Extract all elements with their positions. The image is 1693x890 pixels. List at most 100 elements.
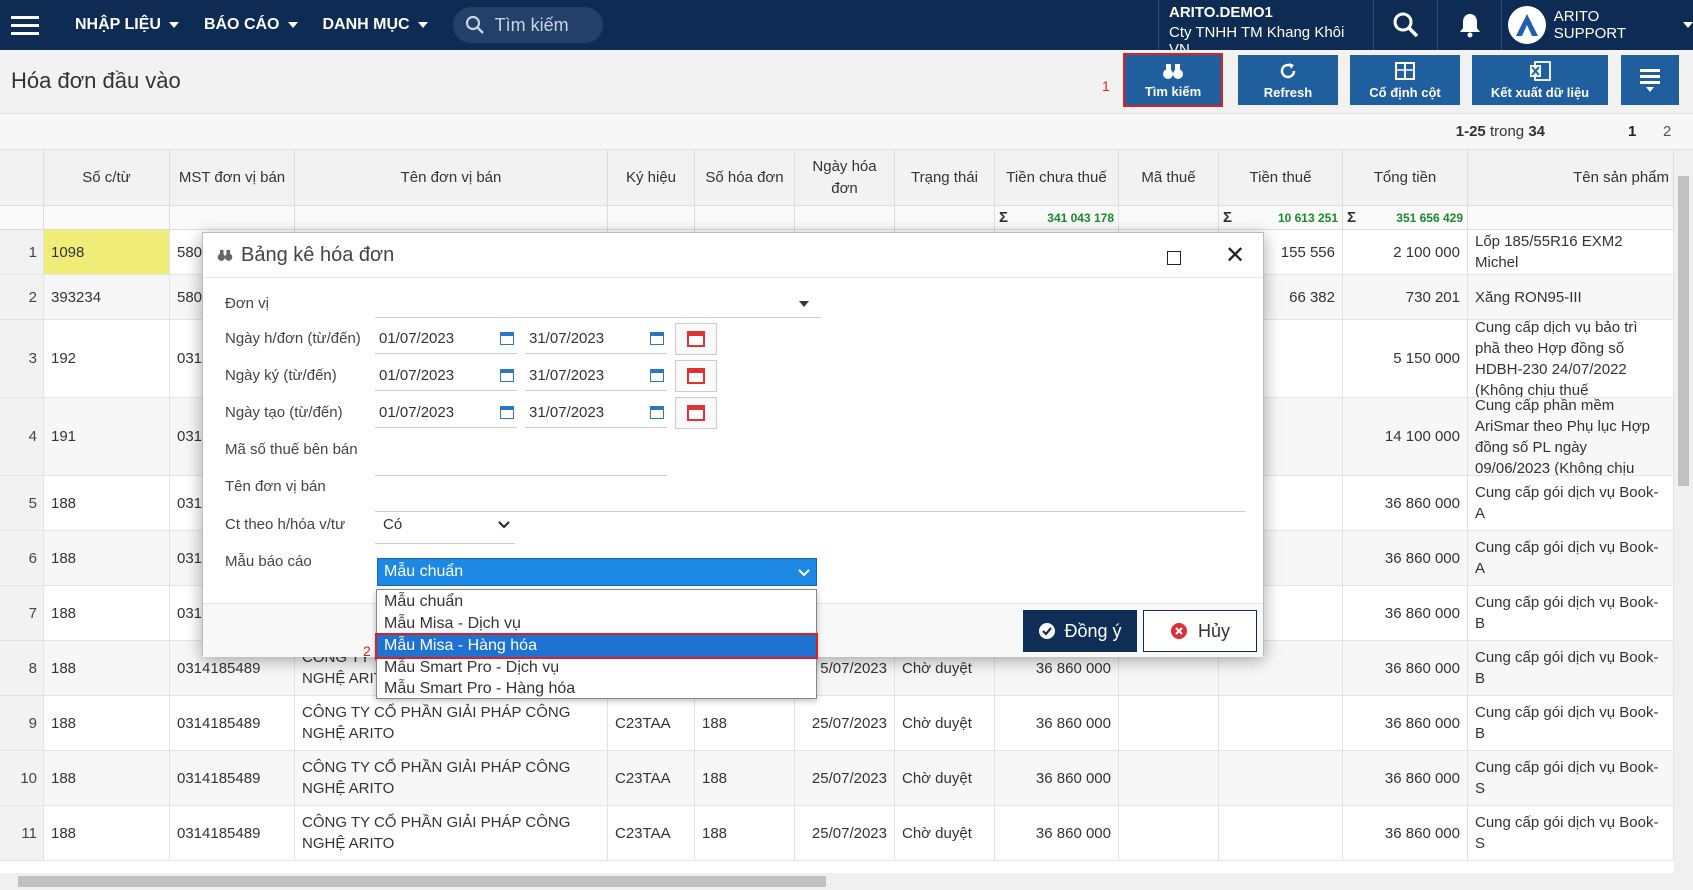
template-select[interactable]: Mẫu chuẩn	[377, 558, 817, 586]
create-date-from[interactable]: 01/07/2023	[379, 404, 454, 421]
label-by-doc: Ct theo h/hóa v/tư	[225, 516, 346, 533]
sum-tax: 10 613 251	[1277, 211, 1338, 225]
freeze-columns-button[interactable]: Cố định cột	[1350, 55, 1460, 105]
notification-button[interactable]	[1437, 0, 1501, 50]
confirm-button[interactable]: Đồng ý	[1023, 610, 1137, 652]
search-button[interactable]: Tìm kiếm	[1123, 53, 1223, 107]
cell-name: CÔNG TY CỔ PHẦN GIẢI PHÁP CÔNG NGHỆ ARIT…	[295, 806, 608, 860]
cell-sign: C23TAA	[608, 751, 695, 805]
template-value: Mẫu chuẩn	[384, 563, 464, 580]
seller-input[interactable]	[375, 511, 1245, 512]
cancel-button[interactable]: Hủy	[1143, 610, 1257, 652]
menu-icon[interactable]	[0, 0, 50, 50]
company-switcher[interactable]: ARITO.DEMO1 Cty TNHH TM Khang Khôi VN	[1158, 0, 1373, 58]
caret-down-icon[interactable]	[799, 301, 809, 307]
date-range-button[interactable]	[675, 360, 717, 392]
refresh-button[interactable]: Refresh	[1238, 55, 1338, 105]
more-menu-button[interactable]	[1621, 55, 1679, 105]
invoice-date-to[interactable]: 31/07/2023	[529, 330, 604, 347]
step-marker: 2	[363, 643, 371, 659]
scroll-thumb[interactable]	[18, 876, 826, 887]
table-row[interactable]: 11 188 0314185489 CÔNG TY CỔ PHẦN GIẢI PHÁP…	[0, 806, 1693, 861]
calendar-icon[interactable]	[500, 406, 514, 419]
cell-status: Chờ duyệt	[895, 696, 995, 750]
sign-date-to[interactable]: 31/07/2023	[529, 367, 604, 384]
button-label: Đồng ý	[1064, 620, 1122, 641]
column-header[interactable]: Ký hiệu	[608, 150, 695, 206]
vertical-scrollbar[interactable]	[1674, 150, 1693, 873]
cell-total: 36 860 000	[1343, 806, 1468, 860]
nav-bao-cao[interactable]: BÁO CÁO	[204, 16, 298, 34]
caret-down-icon	[287, 22, 298, 28]
by-doc-select[interactable]: Có	[383, 516, 402, 533]
search-icon	[465, 15, 484, 34]
page-link[interactable]: 2	[1663, 123, 1671, 140]
create-date-to[interactable]: 31/07/2023	[529, 404, 604, 421]
close-icon[interactable]: ✕	[1225, 241, 1245, 270]
cell-product: Cung cấp gói dịch vụ Book-B	[1468, 641, 1674, 695]
column-header[interactable]: Số hóa đơn	[695, 150, 795, 206]
page-title: Hóa đơn đầu vào	[11, 68, 181, 93]
table-row[interactable]: 10 188 0314185489 CÔNG TY CỔ PHẦN GIẢI PHÁP…	[0, 751, 1693, 806]
column-header[interactable]: Tổng tiền	[1343, 150, 1468, 206]
template-option[interactable]: Mẫu Misa - Dịch vụ	[377, 613, 816, 635]
cell-product: Cung cấp phần mềm AriSmar theo Phụ lục H…	[1468, 398, 1674, 475]
user-menu[interactable]: ARITO SUPPORT	[1501, 0, 1693, 50]
maximize-icon[interactable]	[1167, 251, 1181, 265]
table-row[interactable]: 9 188 0314185489 CÔNG TY CỔ PHẦN GIẢI PHÁP …	[0, 696, 1693, 751]
column-header[interactable]: Tiền chưa thuế	[995, 150, 1119, 206]
sigma-icon: Σ	[999, 209, 1009, 226]
cell-idx: 2	[0, 275, 44, 319]
chevron-down-icon[interactable]	[498, 521, 510, 529]
column-header[interactable]: Tên đơn vị bán	[295, 150, 608, 206]
sign-date-from[interactable]: 01/07/2023	[379, 367, 454, 384]
unit-select[interactable]	[375, 317, 821, 318]
calendar-icon[interactable]	[650, 406, 664, 419]
tax-id-input[interactable]	[375, 475, 667, 476]
cell-doc: 188	[44, 806, 170, 860]
cell-sign: C23TAA	[608, 806, 695, 860]
calendar-icon[interactable]	[500, 332, 514, 345]
cell-date: 25/07/2023	[795, 806, 895, 860]
column-header[interactable]: MST đơn vị bán	[170, 150, 295, 206]
cell-idx: 5	[0, 476, 44, 530]
cell-total: 36 860 000	[1343, 586, 1468, 640]
calendar-icon[interactable]	[650, 332, 664, 345]
column-header[interactable]: Mã thuế	[1119, 150, 1219, 206]
invoice-date-from[interactable]: 01/07/2023	[379, 330, 454, 347]
nav-nhap-lieu[interactable]: NHẬP LIỆU	[75, 16, 179, 34]
sum-total: 351 656 429	[1396, 211, 1463, 225]
template-option[interactable]: Mẫu chuẩn	[377, 591, 816, 613]
cell-doc: 191	[44, 398, 170, 475]
column-header[interactable]: Số c/từ	[44, 150, 170, 206]
search-icon	[1393, 12, 1418, 38]
cell-tax	[1219, 751, 1343, 805]
calendar-icon	[687, 331, 705, 347]
calendar-icon[interactable]	[650, 369, 664, 382]
scroll-thumb[interactable]	[1678, 176, 1689, 486]
column-header[interactable]: Tên sản phẩm	[1468, 150, 1674, 206]
nav-danh-muc[interactable]: DANH MỤC	[323, 16, 428, 34]
check-circle-icon	[1039, 623, 1056, 639]
caret-down-icon	[417, 22, 428, 28]
search-input[interactable]: Tìm kiếm	[452, 7, 603, 43]
template-option[interactable]: Mẫu Smart Pro - Hàng hóa	[377, 678, 816, 700]
cell-doc: 188	[44, 751, 170, 805]
date-range-button[interactable]	[675, 397, 717, 429]
page-link[interactable]: 1	[1628, 123, 1636, 140]
column-header[interactable]: Tiền thuế	[1219, 150, 1343, 206]
cell-product: Cung cấp gói dịch vụ Book-S	[1468, 806, 1674, 860]
template-option-selected[interactable]: Mẫu Misa - Hàng hóa	[375, 633, 818, 659]
sigma-icon: Σ	[1223, 209, 1233, 226]
horizontal-scrollbar[interactable]	[0, 873, 1693, 890]
cell-inv: 188	[695, 696, 795, 750]
export-button[interactable]: Kết xuất dữ liệu	[1472, 55, 1608, 105]
calendar-icon[interactable]	[500, 369, 514, 382]
top-navbar: NHẬP LIỆU BÁO CÁO DANH MỤC Tìm kiếm ARIT…	[0, 0, 1693, 58]
column-header[interactable]: Ngày hóa đơn	[795, 150, 895, 206]
global-search-button[interactable]	[1373, 0, 1437, 50]
label-seller: Tên đơn vị bán	[225, 478, 326, 495]
column-header[interactable]: Trạng thái	[895, 150, 995, 206]
template-option[interactable]: Mẫu Smart Pro - Dịch vụ	[377, 657, 816, 679]
date-range-button[interactable]	[675, 323, 717, 355]
